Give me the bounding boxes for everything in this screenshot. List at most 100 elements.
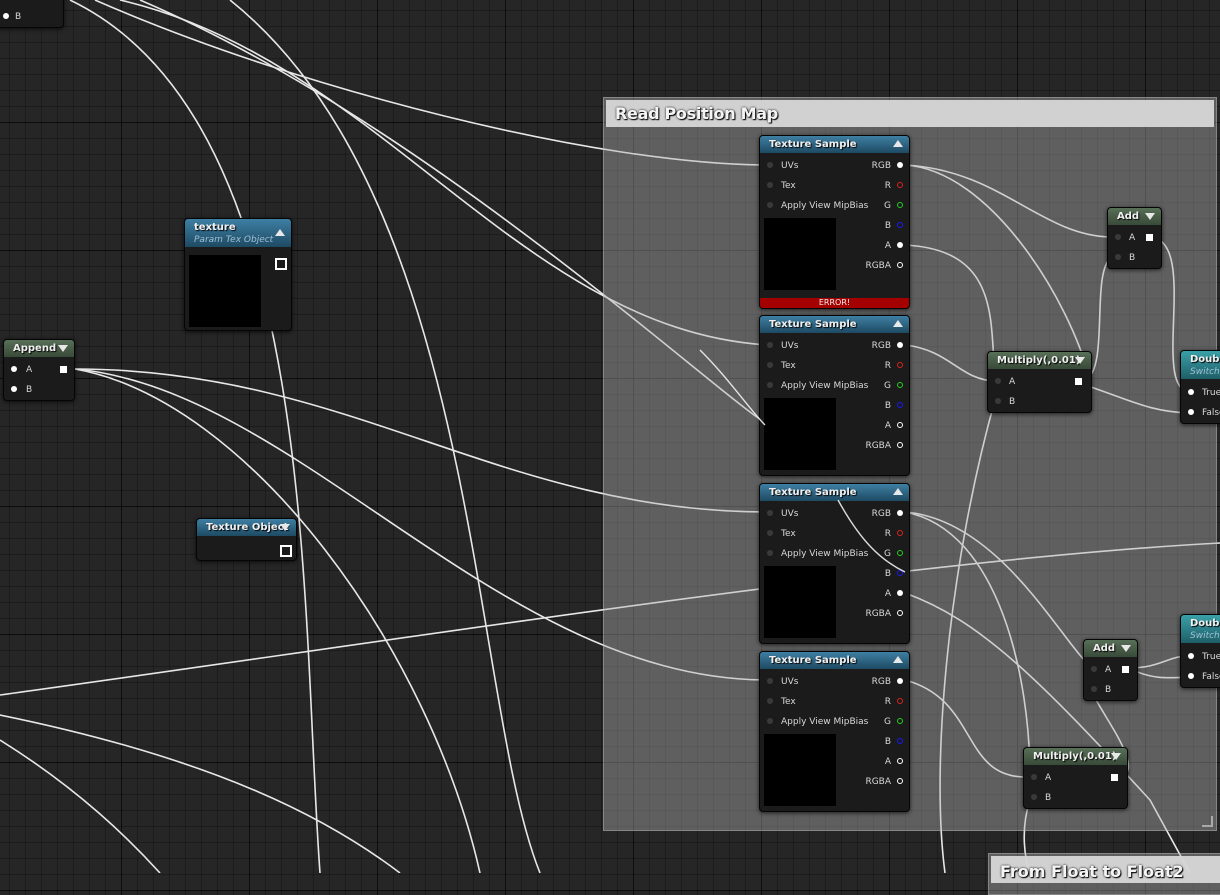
pin-rgb[interactable]: RGB [863,676,903,688]
pin-dot-icon[interactable] [767,550,773,556]
pin-rgba[interactable]: RGBA [863,776,903,788]
pin-dot-icon[interactable] [767,182,773,188]
pin-dot-icon[interactable] [767,698,773,704]
pin-dot-icon[interactable] [767,342,773,348]
output-pin-icon[interactable] [60,366,67,373]
texture-param-node[interactable]: texture Param Tex Object [184,218,292,331]
pin-dot-icon[interactable] [897,442,903,448]
collapse-arrow-icon[interactable] [893,140,903,147]
pin-dot-icon[interactable] [897,698,903,704]
node-header[interactable]: Append [4,340,74,357]
texture-sample-node-4[interactable]: Texture Sample UVs Tex Apply View MipBia… [759,651,910,812]
pin-a[interactable]: A [863,420,903,432]
node-header[interactable]: Texture Sample [760,484,909,501]
collapse-arrow-icon[interactable] [275,229,285,236]
texture-sample-node-2[interactable]: Texture Sample UVs Tex Apply View MipBia… [759,315,910,476]
node-header[interactable]: Add [1108,208,1161,225]
pin-g[interactable]: G [863,716,903,728]
pin-dot-icon[interactable] [767,510,773,516]
pin-dot-icon[interactable] [897,262,903,268]
pin-dot-icon[interactable] [897,738,903,744]
pin-dot-icon[interactable] [1115,254,1121,260]
pin-dot-icon[interactable] [1188,389,1194,395]
pin-dot-icon[interactable] [1091,686,1097,692]
pin-b[interactable]: B [863,736,903,748]
pin-dot-icon[interactable] [3,13,9,19]
comment-from-float[interactable]: From Float to Float2 [988,853,1220,895]
pin-dot-icon[interactable] [1091,666,1097,672]
partial-node[interactable]: B [0,0,64,28]
pin-r[interactable]: R [863,528,903,540]
double-switch-node-1[interactable]: Double Switch True False [1180,350,1220,424]
pin-b[interactable]: B [863,400,903,412]
pin-rgba[interactable]: RGBA [863,260,903,272]
pin-dot-icon[interactable] [897,718,903,724]
pin-dot-icon[interactable] [897,610,903,616]
pin-dot-icon[interactable] [767,202,773,208]
node-header[interactable]: Multiply(,0.01) [988,352,1091,369]
pin-dot-icon[interactable] [897,382,903,388]
node-header[interactable]: Add [1084,640,1137,657]
texture-sample-node-3[interactable]: Texture Sample UVs Tex Apply View MipBia… [759,483,910,644]
pin-dot-icon[interactable] [1188,673,1194,679]
comment-header[interactable]: Read Position Map [606,100,1214,127]
texture-object-node[interactable]: Texture Object [196,518,297,561]
pin-dot-icon[interactable] [995,398,1001,404]
pin-dot-icon[interactable] [897,422,903,428]
node-header[interactable]: texture Param Tex Object [185,219,291,247]
output-pin-icon[interactable] [1122,666,1129,673]
pin-r[interactable]: R [863,696,903,708]
collapse-arrow-icon[interactable] [1121,645,1131,652]
output-pin-icon[interactable] [280,545,292,557]
node-header[interactable]: Texture Sample [760,136,909,153]
pin-dot-icon[interactable] [767,162,773,168]
collapse-arrow-icon[interactable] [280,524,290,531]
output-pin-icon[interactable] [1111,774,1118,781]
pin-dot-icon[interactable] [897,342,903,348]
add-node-1[interactable]: Add A B [1107,207,1162,269]
node-header[interactable]: Texture Sample [760,652,909,669]
collapse-arrow-icon[interactable] [893,488,903,495]
pin-dot-icon[interactable] [897,202,903,208]
pin-a[interactable]: A [863,240,903,252]
add-node-2[interactable]: Add A B [1083,639,1138,701]
pin-dot-icon[interactable] [897,402,903,408]
pin-dot-icon[interactable] [897,162,903,168]
pin-rgba[interactable]: RGBA [863,440,903,452]
pin-rgb[interactable]: RGB [863,508,903,520]
resize-grip-icon[interactable] [1202,816,1213,827]
multiply-node-2[interactable]: Multiply(,0.01) A B [1023,747,1128,809]
output-pin-icon[interactable] [275,258,287,270]
pin-rgb[interactable]: RGB [863,340,903,352]
pin-dot-icon[interactable] [767,530,773,536]
double-switch-node-2[interactable]: Double Switch True False [1180,614,1220,688]
pin-dot-icon[interactable] [897,510,903,516]
output-pin-icon[interactable] [1146,234,1153,241]
collapse-arrow-icon[interactable] [1075,357,1085,364]
pin-a[interactable]: A [863,588,903,600]
pin-dot-icon[interactable] [995,378,1001,384]
pin-g[interactable]: G [863,548,903,560]
collapse-arrow-icon[interactable] [893,320,903,327]
pin-dot-icon[interactable] [1031,774,1037,780]
multiply-node-1[interactable]: Multiply(,0.01) A B [987,351,1092,413]
pin-r[interactable]: R [863,180,903,192]
node-header[interactable]: Texture Object [197,519,296,536]
pin-dot-icon[interactable] [897,590,903,596]
pin-dot-icon[interactable] [897,242,903,248]
pin-b[interactable]: B [863,220,903,232]
pin-g[interactable]: G [863,200,903,212]
pin-g[interactable]: G [863,380,903,392]
collapse-arrow-icon[interactable] [893,656,903,663]
pin-dot-icon[interactable] [1188,409,1194,415]
pin-dot-icon[interactable] [897,222,903,228]
pin-dot-icon[interactable] [767,382,773,388]
node-header[interactable]: Multiply(,0.01) [1024,748,1127,765]
collapse-arrow-icon[interactable] [58,345,68,352]
pin-dot-icon[interactable] [767,718,773,724]
pin-dot-icon[interactable] [11,386,17,392]
pin-dot-icon[interactable] [767,362,773,368]
pin-a[interactable]: A [863,756,903,768]
pin-dot-icon[interactable] [1115,234,1121,240]
collapse-arrow-icon[interactable] [1111,753,1121,760]
